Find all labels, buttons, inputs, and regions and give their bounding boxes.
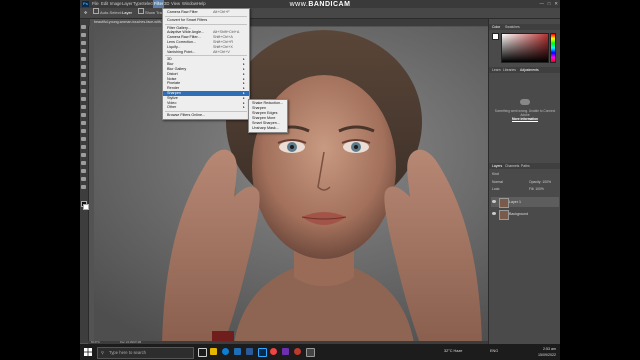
sharpen-submenu: Shake Reduction... Sharpen Sharpen Edges Sh… [248,99,288,133]
tab-adjustments[interactable]: Adjustments [520,68,539,72]
task-view-icon[interactable] [198,348,207,357]
opacity-field[interactable]: Opacity: 100% [529,180,551,184]
learn-panel-header: Learn Libraries Adjustments [489,67,560,73]
layer-name: Background [509,212,529,216]
tab-swatches[interactable]: Swatches [505,25,520,29]
photoshop-taskbar-icon[interactable] [258,348,267,357]
path-select-tool-icon[interactable] [81,153,86,157]
move-tool-icon[interactable] [81,25,86,29]
menu-separator [165,15,247,17]
windows-taskbar: ⚲ Type here to search 32°C Haze ENG 2:53… [80,344,560,360]
weather-label[interactable]: 32°C Haze [444,349,462,353]
eyedropper-tool-icon[interactable] [81,65,86,69]
menu-separator [165,55,247,57]
zoom-tool-icon[interactable] [81,177,86,181]
edge-icon[interactable] [222,348,229,355]
clone-stamp-tool-icon[interactable] [81,89,86,93]
windows-start-icon[interactable] [84,348,92,356]
filter-menu-item[interactable]: Camera Raw Filter Alt+Ctrl+F [163,10,249,15]
menu-item-label: Browse Filters Online... [167,113,206,118]
tools-panel [80,19,89,343]
tab-libraries[interactable]: Libraries [503,68,516,72]
dodge-tool-icon[interactable] [81,129,86,133]
menu-separator [165,111,247,113]
more-tools-icon[interactable] [81,185,86,189]
shape-tool-icon[interactable] [81,161,86,165]
clock[interactable]: 2:53 am 15/09/2022 [538,346,556,358]
hand-tool-icon[interactable] [81,169,86,173]
tab-color[interactable]: Color [492,25,500,29]
gradient-tool-icon[interactable] [81,113,86,117]
menu-item-label: Camera Raw Filter [167,10,198,14]
pen-tool-icon[interactable] [81,137,86,141]
blur-tool-icon[interactable] [81,121,86,125]
brush-tool-icon[interactable] [81,81,86,85]
filter-menu: Camera Raw Filter Alt+Ctrl+F Convert for S… [162,8,250,120]
screen: Ps File Edit Image Layer Type Select Fil… [80,0,560,360]
app-icon[interactable] [282,348,289,355]
tab-learn[interactable]: Learn [492,68,501,72]
file-explorer-icon[interactable] [210,348,217,355]
learn-error-text: Something went wrong. Unable to Connect … [494,109,556,117]
app-icon-2[interactable] [306,348,315,357]
filter-menu-item[interactable]: Vanishing Point... Alt+Ctrl+V [163,50,249,55]
crop-tool-icon[interactable] [81,57,86,61]
search-icon: ⚲ [101,350,105,355]
menu-separator [165,23,247,25]
eraser-tool-icon[interactable] [81,105,86,109]
tab-layers[interactable]: Layers [492,164,502,168]
taskbar-search[interactable]: ⚲ Type here to search [97,347,194,359]
cloud-icon [520,99,530,105]
blend-mode-select[interactable]: Normal [492,180,503,184]
marquee-tool-icon[interactable] [81,33,86,37]
type-tool-icon[interactable] [81,145,86,149]
mail-icon[interactable] [246,348,253,355]
layer-thumbnail [499,198,509,208]
bandicam-watermark: www.BANDICAM [289,1,351,8]
lasso-tool-icon[interactable] [81,41,86,45]
layer-row-background[interactable]: Background [491,209,559,220]
filter-menu-item[interactable]: Other ▸ [163,105,249,110]
healing-tool-icon[interactable] [81,73,86,77]
background-color-icon[interactable] [83,204,89,210]
hue-slider[interactable] [550,33,556,63]
menu-item-label: Other [167,105,177,110]
lock-label: Lock: [492,187,501,191]
language-indicator[interactable]: ENG [490,349,498,353]
menu-item-label: Convert for Smart Filters [167,17,208,22]
foreground-swatch[interactable] [492,33,499,40]
chrome-icon[interactable] [270,348,277,355]
fill-field[interactable]: Fill: 100% [529,187,544,191]
learn-message: Something went wrong. Unable to Connect … [493,109,557,121]
color-picker-field[interactable] [501,33,549,63]
right-panels: Color Swatches Learn Libraries Adjustmen… [488,19,560,344]
more-information-link[interactable]: More information [493,117,557,121]
layer-filter-kind[interactable]: Kind [492,172,499,176]
document-tab-bar: beautiful-young-woman-touches-face-with-… [88,19,488,26]
visibility-eye-icon[interactable] [492,212,496,215]
layers-panel-header: Layers Channels Paths [489,163,560,169]
bandicam-icon[interactable] [294,348,301,355]
filter-menu-item[interactable]: Convert for Smart Filters [163,18,249,23]
sharpen-submenu-item[interactable]: Unsharp Mask... [249,126,287,131]
layer-row-layer-1[interactable]: Layer 1 [491,197,559,208]
menu-item-label: Vanishing Point... [167,49,196,54]
quick-select-tool-icon[interactable] [81,49,86,53]
layer-thumbnail [499,210,509,220]
menu-item-shortcut: Alt+Ctrl+F [213,10,230,14]
submenu-item-label: Unsharp Mask... [252,126,279,130]
layer-name: Layer 1 [509,200,521,204]
menu-item-shortcut: Alt+Ctrl+V [213,49,230,54]
visibility-eye-icon[interactable] [492,200,496,203]
filter-menu-item[interactable]: Browse Filters Online... [163,113,249,118]
history-brush-tool-icon[interactable] [81,97,86,101]
tab-paths[interactable]: Paths [521,164,530,168]
color-panel-header: Color Swatches [489,24,560,30]
submenu-arrow-icon: ▸ [243,105,245,110]
store-icon[interactable] [234,348,241,355]
tab-channels[interactable]: Channels [505,164,519,168]
